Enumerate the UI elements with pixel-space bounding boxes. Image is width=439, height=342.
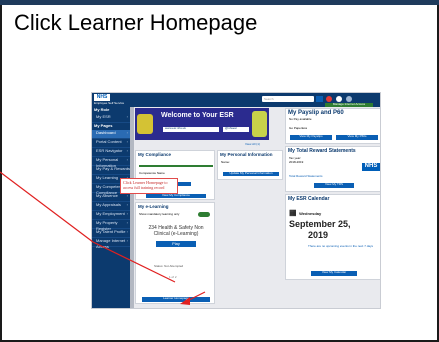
trs-link[interactable]: Total Reward Statements (289, 174, 323, 179)
sidebar-item-my-personal-information[interactable]: My Personal Information › (92, 157, 130, 168)
mascot-image-2 (252, 111, 267, 137)
calendar-card: My ESR Calendar ▦ Wednesday September 25… (285, 194, 380, 280)
sidebar-scrollbar[interactable] (130, 107, 134, 308)
banner-title: Welcome to Your ESR (161, 112, 234, 119)
search-icon[interactable] (316, 96, 323, 102)
personal-info-title: My Personal Information (220, 152, 273, 157)
reward-title: My Total Reward Statements (288, 148, 356, 154)
payslip-card: My Payslip and P60 No Pay available Go P… (285, 108, 380, 144)
nhs-logo-small: NHS (362, 163, 380, 171)
update-personal-button[interactable]: Update My Personal Information (223, 171, 279, 176)
sidebar-item-portal-content[interactable]: Portal Content › (92, 139, 130, 148)
e-learning-card: My e-Learning Show mandatory learning on… (135, 202, 215, 304)
payslip-sub: No Pay available (289, 117, 312, 121)
play-button[interactable]: Play (156, 241, 196, 247)
esr-header: NHS Employee Self Service Search Manage … (92, 93, 380, 107)
reward-card: My Total Reward Statements Tax year: 201… (285, 146, 380, 192)
calendar-year: 2019 (308, 230, 329, 240)
view-payslips-button[interactable]: View My Payslips (290, 134, 332, 140)
esr-sidebar: My Role My ESR › My Pages Dashboard › Porta… (92, 107, 130, 308)
compliance-bar (139, 165, 213, 167)
personal-info-card: My Personal Information Name: Update My … (217, 150, 283, 180)
manage-access-button[interactable]: Manage Internet Access (325, 102, 373, 107)
compliance-title: My Compliance (138, 152, 172, 157)
sidebar-item-my-pay-rewards[interactable]: My Pay & Rewards › (92, 166, 130, 175)
sidebar-item-my-absence[interactable]: My Absence › (92, 193, 130, 202)
sidebar-section-pages: My Pages (94, 123, 113, 128)
search-input[interactable]: Search (262, 96, 314, 102)
sidebar-item-my-property-register[interactable]: My Property Register › (92, 220, 130, 231)
mandatory-toggle[interactable] (198, 212, 210, 217)
course-status: Status: Not Attempted (154, 264, 184, 268)
instruction-title: Click Learner Homepage (14, 10, 258, 35)
calendar-info: There are no upcoming events in the next… (308, 244, 374, 248)
calendar-day: ▦ Wednesday (289, 208, 322, 217)
course-pager[interactable]: 1 of 2 (169, 275, 177, 280)
banner-twitter[interactable]: @nhsesr (223, 126, 249, 132)
calendar-title: My ESR Calendar (288, 196, 330, 202)
sidebar-item-my-employment[interactable]: My Employment › (92, 211, 130, 220)
mandatory-toggle-label: Show mandatory learning only (139, 212, 180, 216)
sidebar-item-dashboard[interactable]: Dashboard › (92, 130, 130, 139)
competence-label: Competence Name (139, 171, 165, 175)
nhs-logo: NHS (94, 94, 110, 101)
course-title: 234 Health & Safety Non Clinical (e-Lear… (148, 225, 204, 238)
view-p60-button[interactable]: View My P60s (336, 134, 378, 140)
view-all-link[interactable]: View All (1) (245, 142, 260, 147)
learner-homepage-button[interactable]: Learner Homepage (142, 296, 210, 302)
sidebar-section-role: My Role (94, 107, 110, 112)
sidebar-item-manage-internet-access[interactable]: Manage Internet Access › (92, 238, 130, 249)
tax-year-value: 2018-2019 (289, 160, 304, 164)
esr-screenshot: NHS Employee Self Service Search Manage … (91, 92, 381, 309)
view-compliance-button[interactable]: View My Compliance (146, 193, 206, 198)
calendar-date: September 25, (289, 219, 351, 229)
mascot-image (137, 114, 153, 134)
banner-url[interactable]: www.esr.nhs.uk (163, 126, 219, 132)
calendar-icon: ▦ (289, 208, 297, 217)
slide-frame: Click Learner Homepage NHS Employee Self… (0, 0, 439, 342)
sidebar-item-my-appraisals[interactable]: My Appraisals › (92, 202, 130, 211)
sidebar-item-role[interactable]: My ESR › (92, 114, 130, 123)
sidebar-item-my-talent-profile[interactable]: My Talent Profile › (92, 229, 130, 238)
view-calendar-button[interactable]: View My Calendar (311, 270, 357, 276)
view-trs-button[interactable]: View My TRS (314, 182, 354, 188)
header-line: Employee Self Service (94, 101, 125, 105)
sidebar-item-esr-navigator[interactable]: ESR Navigator › (92, 148, 130, 157)
flag-icon[interactable] (326, 96, 332, 102)
welcome-banner: Welcome to Your ESR www.esr.nhs.uk @nhse… (135, 108, 269, 140)
name-label: Name: (221, 160, 230, 164)
esr-main: Welcome to Your ESR www.esr.nhs.uk @nhse… (135, 108, 380, 308)
annotation-callout: Click Learner Homepage to access full tr… (120, 178, 178, 194)
compliance-filter-3[interactable] (177, 182, 191, 186)
e-learning-title: My e-Learning (138, 204, 169, 209)
paperless-label: Go Paperless (289, 126, 308, 130)
